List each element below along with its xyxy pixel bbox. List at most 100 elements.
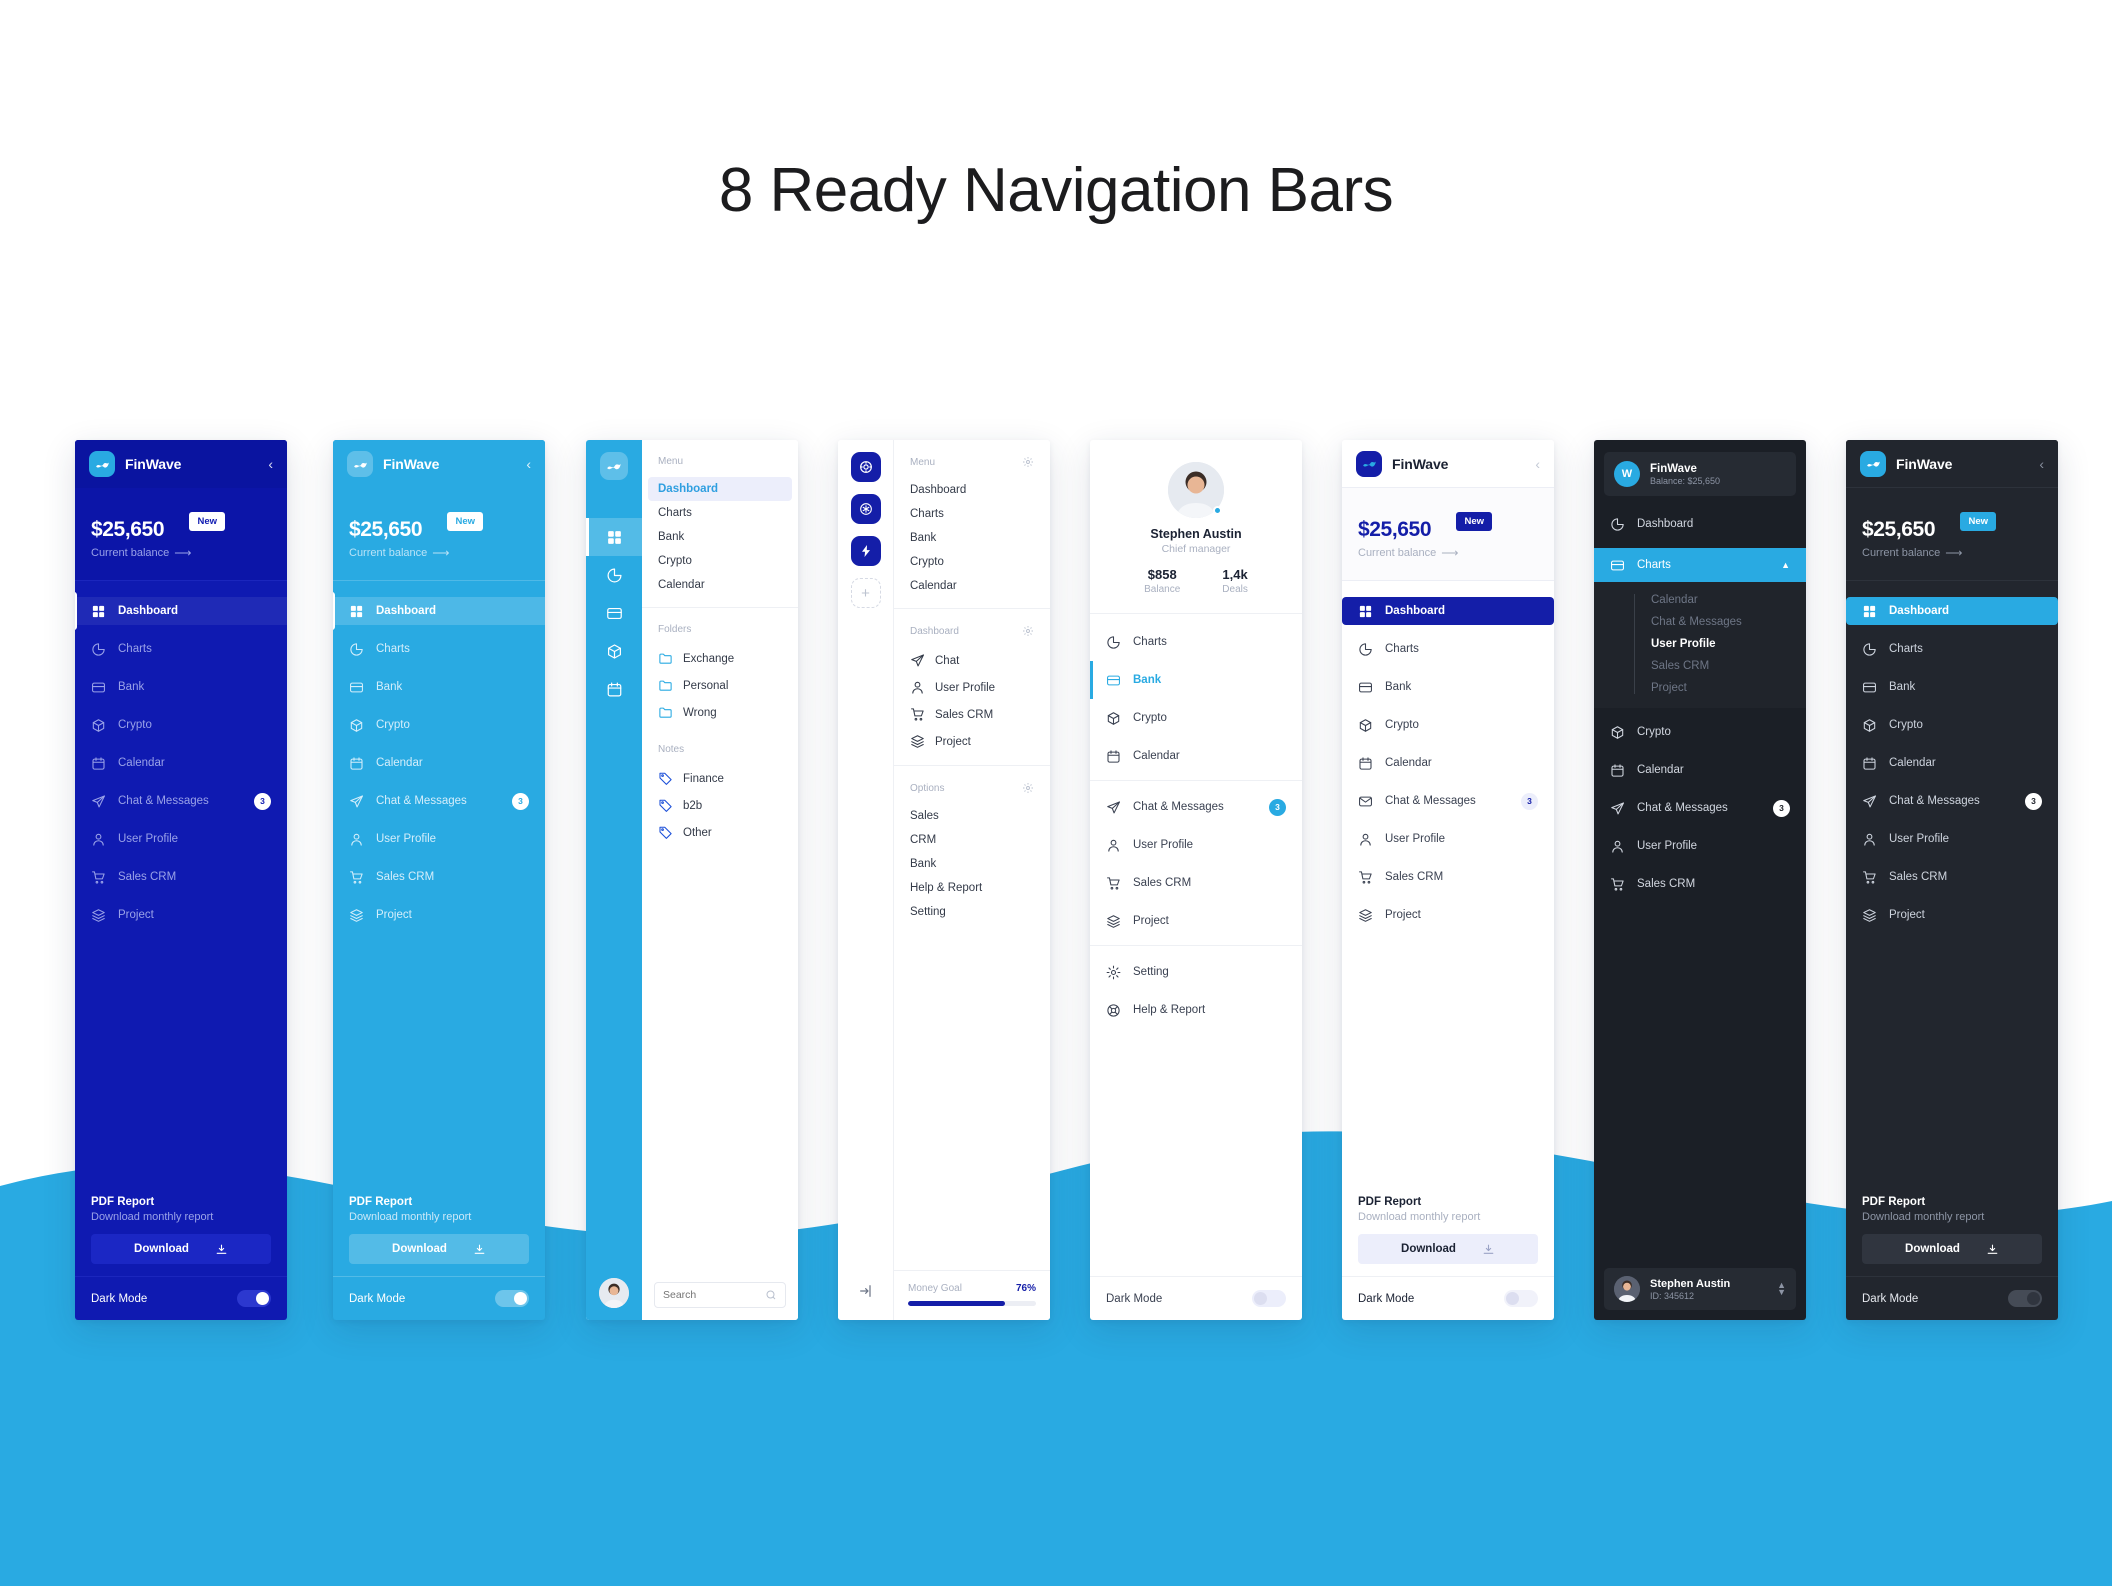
nav-item-project[interactable]: Project [1846, 901, 2058, 929]
bolt-icon[interactable] [850, 536, 881, 566]
list-item[interactable]: Wrong [648, 699, 792, 726]
nav-item-chat-messages[interactable]: Chat & Messages 3 [1342, 787, 1554, 815]
nav-item-bank[interactable]: Bank [1342, 673, 1554, 701]
nav-item-user-profile[interactable]: User Profile [75, 825, 287, 853]
download-button[interactable]: Download [91, 1234, 271, 1264]
menu-item-charts[interactable]: Charts [900, 502, 1044, 526]
rail-item-card[interactable] [586, 594, 642, 632]
nav-item-sales-crm[interactable]: Sales CRM [1342, 863, 1554, 891]
nav-item-charts[interactable]: Charts ▲ [1594, 548, 1806, 582]
plus-icon[interactable]: + [850, 578, 881, 608]
snowflake-icon[interactable] [850, 494, 881, 524]
nav-item-calendar[interactable]: Calendar [75, 749, 287, 777]
menu-item-bank[interactable]: Bank [648, 525, 792, 549]
rail-item-grid[interactable] [586, 518, 642, 556]
nav-item-sales-crm[interactable]: Sales CRM [1846, 863, 2058, 891]
panel2-balance-card[interactable]: New $25,650 Current balance ⟶ [333, 488, 545, 581]
panel7-user-card[interactable]: Stephen Austin ID: 345612 ▲ ▼ [1604, 1268, 1796, 1310]
nav-item-bank[interactable]: Bank [333, 673, 545, 701]
list-item[interactable]: Sales CRM [900, 701, 1044, 728]
nav-item-crypto[interactable]: Crypto [1594, 718, 1806, 746]
panel6-balance-card[interactable]: New $25,650 Current balance ⟶ [1342, 488, 1554, 581]
dark-mode-toggle[interactable] [1252, 1290, 1286, 1307]
nav-item-charts[interactable]: Charts [1090, 628, 1302, 656]
gear-icon[interactable] [1022, 782, 1034, 794]
gear-icon[interactable] [1022, 456, 1034, 468]
nav-item-calendar[interactable]: Calendar [1594, 756, 1806, 784]
nav-item-sales-crm[interactable]: Sales CRM [333, 863, 545, 891]
nav-item-sales-crm[interactable]: Sales CRM [1594, 870, 1806, 898]
menu-item-dashboard[interactable]: Dashboard [900, 478, 1044, 502]
download-button[interactable]: Download [349, 1234, 529, 1264]
menu-item-crypto[interactable]: Crypto [648, 549, 792, 573]
search-input[interactable] [654, 1282, 786, 1308]
collapse-chevron-icon[interactable]: ‹ [268, 457, 273, 471]
updown-chevron-icon[interactable]: ▲ ▼ [1777, 1281, 1786, 1297]
rail-item-pie-chart[interactable] [586, 556, 642, 594]
nav-item-dashboard[interactable]: Dashboard [1342, 597, 1554, 625]
avatar[interactable] [599, 1278, 629, 1308]
collapse-chevron-icon[interactable]: ‹ [1535, 457, 1540, 471]
avatar[interactable] [1168, 462, 1224, 518]
submenu-item-project[interactable]: Project [1651, 682, 1806, 694]
menu-item-calendar[interactable]: Calendar [900, 574, 1044, 598]
list-item[interactable]: Other [648, 819, 792, 846]
collapse-chevron-icon[interactable]: ‹ [526, 457, 531, 471]
nav-item-dashboard[interactable]: Dashboard [333, 592, 545, 630]
nav-item-user-profile[interactable]: User Profile [333, 825, 545, 853]
nav-item-user-profile[interactable]: User Profile [1594, 832, 1806, 860]
nav-item-dashboard[interactable]: Dashboard [1846, 597, 2058, 625]
nav-item-project[interactable]: Project [1090, 907, 1302, 935]
nav-item-chat-messages[interactable]: Chat & Messages 3 [75, 787, 287, 815]
rail-item-cube[interactable] [586, 632, 642, 670]
nav-item-dashboard[interactable]: Dashboard [75, 592, 287, 630]
list-item[interactable]: b2b [648, 792, 792, 819]
submenu-item-chat-messages[interactable]: Chat & Messages [1651, 616, 1806, 628]
rail-item-calendar[interactable] [586, 670, 642, 708]
download-button[interactable]: Download [1358, 1234, 1538, 1264]
dark-mode-toggle[interactable] [2008, 1290, 2042, 1307]
nav-item-bank[interactable]: Bank [75, 673, 287, 701]
nav-item-bank[interactable]: Bank [1846, 673, 2058, 701]
nav-item-chat-messages[interactable]: Chat & Messages 3 [1594, 794, 1806, 822]
nav-item-chat-messages[interactable]: Chat & Messages 3 [1846, 787, 2058, 815]
menu-item-crypto[interactable]: Crypto [900, 550, 1044, 574]
menu-item-bank[interactable]: Bank [900, 526, 1044, 550]
menu-item-help-report[interactable]: Help & Report [900, 876, 1044, 900]
nav-item-user-profile[interactable]: User Profile [1846, 825, 2058, 853]
nav-item-crypto[interactable]: Crypto [1090, 704, 1302, 732]
list-item[interactable]: Chat [900, 647, 1044, 674]
panel8-balance-card[interactable]: New $25,650 Current balance ⟶ [1846, 488, 2058, 581]
nav-item-user-profile[interactable]: User Profile [1342, 825, 1554, 853]
nav-item-charts[interactable]: Charts [1342, 635, 1554, 663]
submenu-item-calendar[interactable]: Calendar [1651, 594, 1806, 606]
nav-item-dashboard[interactable]: Dashboard [1594, 510, 1806, 538]
menu-item-setting[interactable]: Setting [900, 900, 1044, 924]
menu-item-charts[interactable]: Charts [648, 501, 792, 525]
menu-item-crm[interactable]: CRM [900, 828, 1044, 852]
nav-item-bank[interactable]: Bank [1090, 661, 1302, 699]
dark-mode-toggle[interactable] [237, 1290, 271, 1307]
list-item[interactable]: Project [900, 728, 1044, 755]
nav-item-help-report[interactable]: Help & Report [1090, 996, 1302, 1024]
collapse-chevron-icon[interactable]: ‹ [2039, 457, 2044, 471]
menu-item-sales[interactable]: Sales [900, 804, 1044, 828]
nav-item-crypto[interactable]: Crypto [1342, 711, 1554, 739]
download-button[interactable]: Download [1862, 1234, 2042, 1264]
panel1-balance-card[interactable]: New $25,650 Current balance ⟶ [75, 488, 287, 581]
nav-item-crypto[interactable]: Crypto [333, 711, 545, 739]
nav-item-calendar[interactable]: Calendar [1090, 742, 1302, 770]
nav-item-charts[interactable]: Charts [1846, 635, 2058, 663]
nav-item-calendar[interactable]: Calendar [1342, 749, 1554, 777]
menu-item-calendar[interactable]: Calendar [648, 573, 792, 597]
menu-item-dashboard[interactable]: Dashboard [648, 477, 792, 501]
nav-item-sales-crm[interactable]: Sales CRM [1090, 869, 1302, 897]
nav-item-chat-messages[interactable]: Chat & Messages 3 [333, 787, 545, 815]
dark-mode-toggle[interactable] [1504, 1290, 1538, 1307]
gear-icon[interactable] [1022, 625, 1034, 637]
lifebuoy-icon[interactable] [850, 452, 881, 482]
panel7-account-card[interactable]: W FinWave Balance: $25,650 [1604, 452, 1796, 496]
nav-item-sales-crm[interactable]: Sales CRM [75, 863, 287, 891]
nav-item-chat-messages[interactable]: Chat & Messages 3 [1090, 793, 1302, 821]
nav-item-charts[interactable]: Charts [333, 635, 545, 663]
